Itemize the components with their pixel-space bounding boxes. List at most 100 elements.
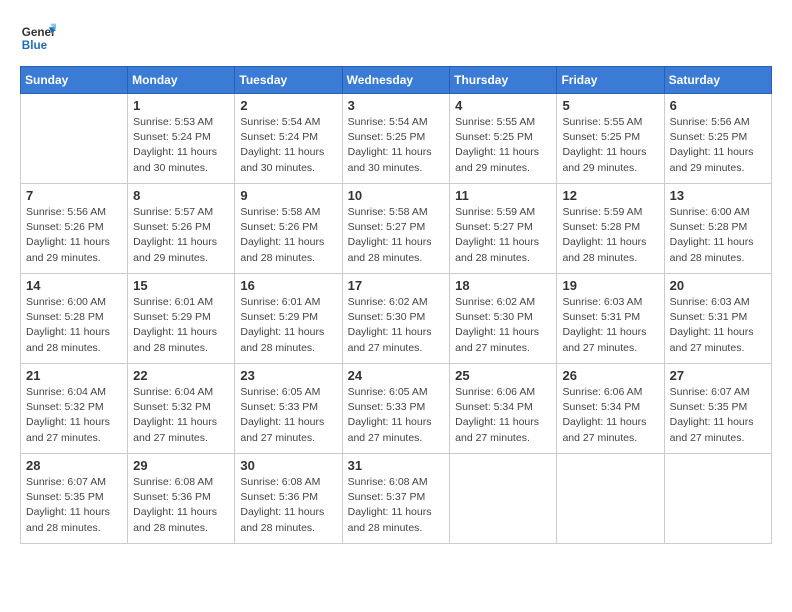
day-info: Sunrise: 6:02 AMSunset: 5:30 PMDaylight:… (455, 295, 551, 356)
day-number: 16 (240, 278, 336, 293)
calendar-cell: 28 Sunrise: 6:07 AMSunset: 5:35 PMDayligh… (21, 454, 128, 544)
sunrise-text: Sunrise: 5:55 AM (455, 115, 551, 130)
day-info: Sunrise: 6:05 AMSunset: 5:33 PMDaylight:… (348, 385, 445, 446)
daylight-text: Daylight: 11 hours and 28 minutes. (455, 235, 551, 265)
sunset-text: Sunset: 5:36 PM (133, 490, 229, 505)
sunrise-text: Sunrise: 6:05 AM (240, 385, 336, 400)
calendar-cell: 25Sunrise: 6:06 AMSunset: 5:34 PMDayligh… (450, 364, 557, 454)
daylight-text: Daylight: 11 hours and 27 minutes. (348, 325, 445, 355)
daylight-text: Daylight: 11 hours and 29 minutes. (455, 145, 551, 175)
sunrise-text: Sunrise: 6:08 AM (240, 475, 336, 490)
day-info: Sunrise: 6:00 AMSunset: 5:28 PMDaylight:… (670, 205, 766, 266)
daylight-text: Daylight: 11 hours and 28 minutes. (133, 325, 229, 355)
sunrise-text: Sunrise: 6:03 AM (670, 295, 766, 310)
calendar-cell: 8Sunrise: 5:57 AMSunset: 5:26 PMDaylight… (128, 184, 235, 274)
calendar-cell: 26Sunrise: 6:06 AMSunset: 5:34 PMDayligh… (557, 364, 664, 454)
day-info: Sunrise: 5:58 AMSunset: 5:27 PMDaylight:… (348, 205, 445, 266)
sunset-text: Sunset: 5:35 PM (26, 490, 122, 505)
day-info: Sunrise: 5:58 AMSunset: 5:26 PMDaylight:… (240, 205, 336, 266)
sunrise-text: Sunrise: 6:02 AM (455, 295, 551, 310)
day-number: 28 (26, 458, 122, 473)
sunrise-text: Sunrise: 6:00 AM (670, 205, 766, 220)
sunrise-text: Sunrise: 5:58 AM (348, 205, 445, 220)
day-info: Sunrise: 6:08 AMSunset: 5:37 PMDaylight:… (348, 475, 445, 536)
sunset-text: Sunset: 5:25 PM (562, 130, 658, 145)
calendar-cell: 20 Sunrise: 6:03 AMSunset: 5:31 PMDayligh… (664, 274, 771, 364)
daylight-text: Daylight: 11 hours and 29 minutes. (26, 235, 122, 265)
calendar-cell: 22Sunrise: 6:04 AMSunset: 5:32 PMDayligh… (128, 364, 235, 454)
calendar-header-sunday: Sunday (21, 67, 128, 94)
day-number: 31 (348, 458, 445, 473)
sunrise-text: Sunrise: 5:59 AM (455, 205, 551, 220)
calendar-header-monday: Monday (128, 67, 235, 94)
daylight-text: Daylight: 11 hours and 28 minutes. (240, 325, 336, 355)
day-info: Sunrise: 6:03 AMSunset: 5:31 PMDaylight:… (562, 295, 658, 356)
sunset-text: Sunset: 5:32 PM (133, 400, 229, 415)
daylight-text: Daylight: 11 hours and 28 minutes. (348, 505, 445, 535)
day-number: 11 (455, 188, 551, 203)
day-info: Sunrise: 6:05 AMSunset: 5:33 PMDaylight:… (240, 385, 336, 446)
day-info: Sunrise: 6:03 AMSunset: 5:31 PMDaylight:… (670, 295, 766, 356)
daylight-text: Daylight: 11 hours and 29 minutes. (670, 145, 766, 175)
sunset-text: Sunset: 5:37 PM (348, 490, 445, 505)
daylight-text: Daylight: 11 hours and 27 minutes. (455, 415, 551, 445)
svg-text:Blue: Blue (22, 39, 48, 52)
day-info: Sunrise: 6:08 AMSunset: 5:36 PMDaylight:… (240, 475, 336, 536)
calendar-cell: 19 Sunrise: 6:03 AMSunset: 5:31 PMDayligh… (557, 274, 664, 364)
day-number: 2 (240, 98, 336, 113)
daylight-text: Daylight: 11 hours and 28 minutes. (348, 235, 445, 265)
calendar-cell: 17 Sunrise: 6:02 AMSunset: 5:30 PMDayligh… (342, 274, 450, 364)
day-number: 20 (670, 278, 766, 293)
calendar-header-tuesday: Tuesday (235, 67, 342, 94)
sunset-text: Sunset: 5:30 PM (348, 310, 445, 325)
week-row-4: 21 Sunrise: 6:04 AMSunset: 5:32 PM Dayligh… (21, 364, 772, 454)
day-number: 26 (562, 368, 658, 383)
daylight-text: Daylight: 11 hours and 27 minutes. (670, 415, 766, 445)
sunset-text: Sunset: 5:28 PM (562, 220, 658, 235)
day-info: Sunrise: 6:07 AMSunset: 5:35 PMDaylight:… (670, 385, 766, 446)
calendar-header-thursday: Thursday (450, 67, 557, 94)
day-number: 8 (133, 188, 229, 203)
calendar-cell: 16Sunrise: 6:01 AMSunset: 5:29 PMDayligh… (235, 274, 342, 364)
sunrise-text: Sunrise: 5:54 AM (348, 115, 445, 130)
calendar-cell: 13Sunrise: 6:00 AMSunset: 5:28 PMDayligh… (664, 184, 771, 274)
sunset-text: Sunset: 5:25 PM (348, 130, 445, 145)
day-info: Sunrise: 6:00 AMSunset: 5:28 PMDaylight:… (26, 295, 122, 356)
sunrise-text: Sunrise: 5:57 AM (133, 205, 229, 220)
day-number: 9 (240, 188, 336, 203)
calendar-cell: 10Sunrise: 5:58 AMSunset: 5:27 PMDayligh… (342, 184, 450, 274)
calendar-cell: 12Sunrise: 5:59 AMSunset: 5:28 PMDayligh… (557, 184, 664, 274)
sunset-text: Sunset: 5:36 PM (240, 490, 336, 505)
day-number: 19 (562, 278, 658, 293)
day-number: 21 (26, 368, 122, 383)
sunrise-text: Sunrise: 6:01 AM (240, 295, 336, 310)
day-info: Sunrise: 5:53 AMSunset: 5:24 PMDaylight:… (133, 115, 229, 176)
calendar-cell: 3Sunrise: 5:54 AMSunset: 5:25 PMDaylight… (342, 94, 450, 184)
sunrise-text: Sunrise: 6:04 AM (133, 385, 229, 400)
day-info: Sunrise: 6:07 AMSunset: 5:35 PMDaylight:… (26, 475, 122, 536)
sunrise-text: Sunrise: 6:05 AM (348, 385, 445, 400)
day-number: 15 (133, 278, 229, 293)
sunrise-text: Sunrise: 5:56 AM (26, 205, 122, 220)
day-number: 22 (133, 368, 229, 383)
day-info: Sunrise: 5:54 AMSunset: 5:25 PMDaylight:… (348, 115, 445, 176)
logo-icon: General Blue (20, 20, 56, 56)
daylight-text: Daylight: 11 hours and 28 minutes. (240, 505, 336, 535)
sunset-text: Sunset: 5:25 PM (670, 130, 766, 145)
sunset-text: Sunset: 5:24 PM (240, 130, 336, 145)
daylight-text: Daylight: 11 hours and 27 minutes. (455, 325, 551, 355)
daylight-text: Daylight: 11 hours and 28 minutes. (26, 325, 122, 355)
day-number: 27 (670, 368, 766, 383)
sunrise-text: Sunrise: 5:56 AM (670, 115, 766, 130)
day-info: Sunrise: 6:02 AMSunset: 5:30 PMDaylight:… (348, 295, 445, 356)
week-row-1: 1Sunrise: 5:53 AMSunset: 5:24 PMDaylight… (21, 94, 772, 184)
sunset-text: Sunset: 5:28 PM (26, 310, 122, 325)
day-number: 17 (348, 278, 445, 293)
daylight-text: Daylight: 11 hours and 27 minutes. (240, 415, 336, 445)
calendar-cell: 18Sunrise: 6:02 AMSunset: 5:30 PMDayligh… (450, 274, 557, 364)
daylight-text: Daylight: 11 hours and 28 minutes. (26, 505, 122, 535)
sunset-text: Sunset: 5:26 PM (133, 220, 229, 235)
calendar-cell (21, 94, 128, 184)
day-number: 24 (348, 368, 445, 383)
sunset-text: Sunset: 5:26 PM (26, 220, 122, 235)
